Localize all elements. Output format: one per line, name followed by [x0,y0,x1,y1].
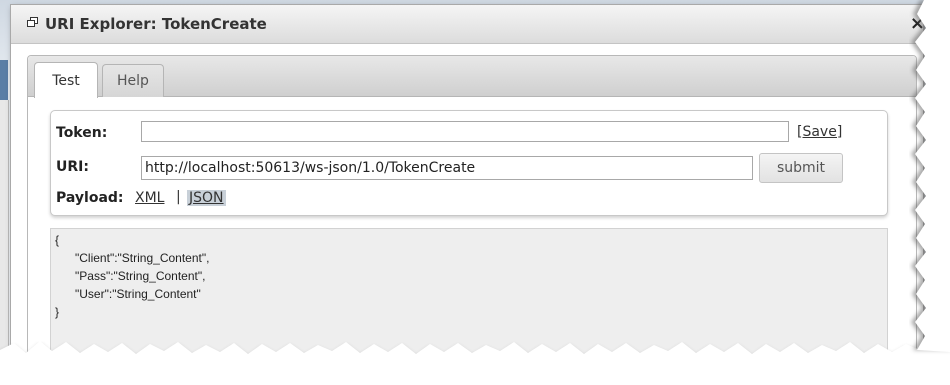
request-form: Token: [Save] URI: http://localhost:5061… [50,110,888,216]
payload-editor[interactable]: { "Client":"String_Content", "Pass":"Str… [50,228,888,357]
restore-window-icon[interactable] [27,17,38,27]
xml-link[interactable]: XML [135,190,164,206]
dialog-content: Test Help Token: [Save] URI: http://loca… [27,55,917,357]
background-window-panel [0,100,9,360]
payload-line: } [55,305,60,319]
tab-test[interactable]: Test [34,62,98,98]
save-link[interactable]: [Save] [797,124,842,140]
tab-help[interactable]: Help [102,64,164,97]
payload-line: "Client":"String_Content", [55,251,210,265]
dialog-titlebar[interactable]: URI Explorer: TokenCreate × [11,5,923,44]
close-icon[interactable]: × [910,13,923,34]
submit-button[interactable]: submit [759,153,843,183]
payload-line: "Pass":"String_Content", [55,269,206,283]
uri-label: URI: [56,159,89,175]
background-window-strip [0,60,8,100]
payload-line: "User":"String_Content" [55,287,201,301]
payload-line: { [55,233,60,247]
dialog-title: URI Explorer: TokenCreate [45,15,267,33]
json-link[interactable]: JSON [187,190,226,206]
link-separator: | [176,189,181,205]
payload-label: Payload: [56,190,124,206]
uri-input[interactable]: http://localhost:50613/ws-json/1.0/Token… [141,156,753,180]
uri-explorer-dialog: URI Explorer: TokenCreate × Test Help To… [10,4,924,358]
token-label: Token: [56,125,108,141]
tab-bar: Test Help [28,56,916,98]
token-input[interactable] [141,121,789,142]
